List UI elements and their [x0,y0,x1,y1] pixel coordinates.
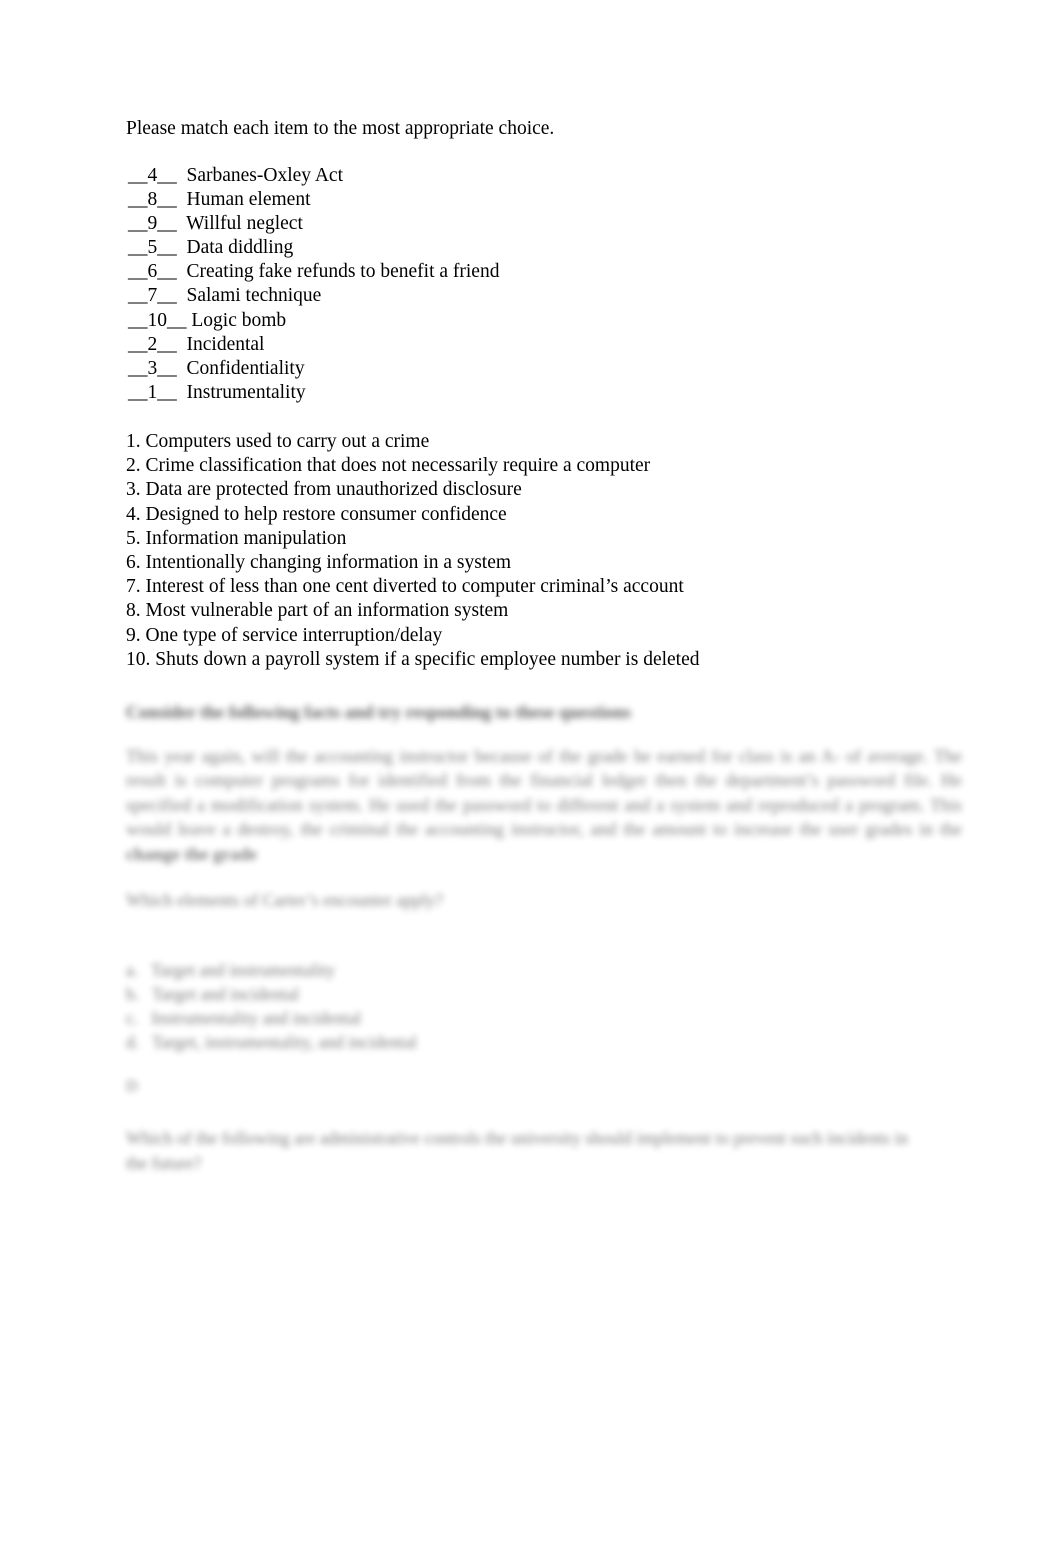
list-item: 10. Shuts down a payroll system if a spe… [126,648,986,672]
option-letter: a. [126,960,139,981]
list-item: __3__ Confidentiality [128,357,986,381]
option-item[interactable]: d. Target, instrumentality, and incident… [126,1030,986,1054]
obscured-section-heading: Consider the following facts and try res… [126,701,631,722]
item-label: Human element [186,189,311,211]
choice-number: 5. [126,527,141,549]
document-content: Please match each item to the most appro… [126,117,986,1175]
obscured-final-question: Which of the following are administrativ… [126,1128,908,1173]
list-item: __10__ Logic bomb [128,309,986,333]
list-item: __8__ Human element [128,188,986,212]
choice-text: One type of service interruption/delay [145,624,443,646]
item-label: Salami technique [186,285,322,307]
obscured-answer-marker: D [126,1078,138,1096]
item-label: Logic bomb [191,309,287,331]
choice-number: 7. [126,576,141,598]
list-item: 3. Data are protected from unauthorized … [126,478,986,502]
choice-text: Computers used to carry out a crime [145,430,430,452]
obscured-question: Which elements of Carter’s encounter app… [126,890,443,911]
choice-text: Intentionally changing information in a … [145,551,512,573]
answer-blank[interactable]: __10__ [128,310,187,331]
option-item[interactable]: b. Target and incidental [126,982,986,1006]
answer-blank[interactable]: __2__ [128,334,177,355]
list-item: __7__ Salami technique [128,284,986,308]
answer-blank[interactable]: __3__ [128,358,177,379]
list-item: __1__ Instrumentality [128,381,986,405]
answer-blank[interactable]: __9__ [128,213,177,234]
obscured-options-list: a. Target and instrumentality b. Target … [126,958,986,1054]
document-page: Please match each item to the most appro… [0,0,1062,1556]
paragraph-bold-tail: change the grade [126,843,257,864]
choice-text: Shuts down a payroll system if a specifi… [155,648,700,670]
answer-blank[interactable]: __1__ [128,382,177,403]
choice-number: 8. [126,600,141,622]
matching-items-list: __4__ Sarbanes-Oxley Act __8__ Human ele… [128,164,986,405]
list-item: 4. Designed to help restore consumer con… [126,503,986,527]
option-letter: c. [126,1008,139,1029]
choice-text: Designed to help restore consumer confid… [145,503,507,525]
list-item: 6. Intentionally changing information in… [126,551,986,575]
item-label: Incidental [186,333,265,355]
choice-number: 9. [126,624,141,646]
answer-blank[interactable]: __4__ [128,165,177,186]
list-item: 1. Computers used to carry out a crime [126,430,986,454]
choice-number: 2. [126,455,141,477]
list-item: 7. Interest of less than one cent divert… [126,575,986,599]
item-label: Creating fake refunds to benefit a frien… [186,261,500,283]
option-item[interactable]: c. Instrumentality and incidental [126,1006,986,1030]
list-item: __9__ Willful neglect [128,212,986,236]
item-label: Willful neglect [186,213,303,235]
answer-blank[interactable]: __8__ [128,189,177,210]
choice-text: Crime classification that does not neces… [145,455,651,477]
option-text: Target and incidental [151,984,300,1005]
choice-text: Data are protected from unauthorized dis… [145,479,522,501]
item-label: Confidentiality [186,357,305,379]
list-item: 9. One type of service interruption/dela… [126,624,986,648]
choice-text: Most vulnerable part of an information s… [145,600,509,622]
obscured-scenario-paragraph: This year again, will the accounting ins… [126,744,962,867]
item-label: Instrumentality [186,381,306,403]
item-label: Sarbanes-Oxley Act [186,165,344,186]
option-letter: d. [126,1032,140,1053]
list-item: __5__ Data diddling [128,236,986,260]
page-title: Please match each item to the most appro… [126,118,555,139]
choice-number: 3. [126,479,141,501]
choice-number: 10. [126,648,151,670]
answer-blank[interactable]: __6__ [128,261,177,282]
option-text: Target, instrumentality, and incidental [151,1032,418,1053]
choice-number: 4. [126,503,141,525]
list-item: 8. Most vulnerable part of an informatio… [126,599,986,623]
answer-blank[interactable]: __5__ [128,237,177,258]
list-item: __4__ Sarbanes-Oxley Act [128,164,986,188]
choice-number: 6. [126,551,141,573]
option-text: Target and instrumentality [150,960,336,981]
option-letter: b. [126,984,140,1005]
option-text: Instrumentality and incidental [151,1008,362,1029]
option-item[interactable]: a. Target and instrumentality [126,958,986,982]
choice-text: Interest of less than one cent diverted … [145,576,684,598]
item-label: Data diddling [186,237,294,259]
list-item: 2. Crime classification that does not ne… [126,454,986,478]
choice-text: Information manipulation [145,527,347,549]
paragraph-body: This year again, will the accounting ins… [126,745,962,840]
list-item: 5. Information manipulation [126,527,986,551]
answer-blank[interactable]: __7__ [128,285,177,306]
choices-list: 1. Computers used to carry out a crime 2… [126,430,986,672]
choice-number: 1. [126,430,141,452]
list-item: __2__ Incidental [128,333,986,357]
list-item: __6__ Creating fake refunds to benefit a… [128,260,986,284]
